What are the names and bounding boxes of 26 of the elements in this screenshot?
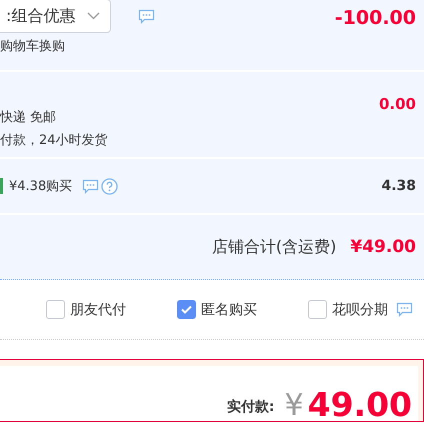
- insurance-label: ¥4.38购买: [9, 178, 72, 195]
- currency-symbol: ¥: [284, 391, 304, 421]
- checkbox[interactable]: [46, 300, 65, 319]
- chat-icon[interactable]: [138, 9, 156, 24]
- option-label[interactable]: 匿名购买: [201, 300, 257, 318]
- promotion-note: 购物车换购: [0, 38, 66, 55]
- payment-label: 实付款:: [226, 398, 275, 416]
- shipping-method: 快递 免邮: [0, 109, 58, 126]
- option-label[interactable]: 花呗分期: [332, 300, 388, 318]
- chat-icon[interactable]: [82, 178, 100, 194]
- tag-marker: [0, 178, 3, 194]
- chat-icon[interactable]: [396, 302, 413, 317]
- payment-amount: 49.00: [308, 388, 412, 421]
- discount-amount: -100.00: [334, 7, 416, 31]
- chevron-down-icon: [87, 12, 100, 20]
- checkmark-icon: [181, 305, 192, 314]
- promotion-dropdown[interactable]: :组合优惠: [0, 0, 112, 33]
- insurance-amount: 4.38: [381, 178, 416, 194]
- shipping-amount: 0.00: [378, 95, 416, 115]
- shop-total-amount: ¥49.00: [350, 237, 416, 257]
- checkbox[interactable]: [177, 300, 196, 319]
- shop-total-label: 店铺合计(含运费): [212, 236, 336, 258]
- shipping-note: 付款，24小时发货: [0, 132, 108, 149]
- help-icon[interactable]: [101, 178, 118, 194]
- option-label[interactable]: 朋友代付: [70, 300, 126, 318]
- checkbox[interactable]: [308, 300, 327, 319]
